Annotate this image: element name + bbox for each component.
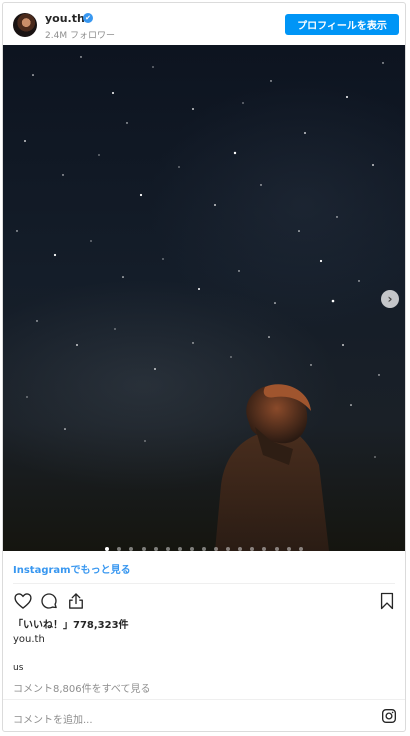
like-number: 778,323件 <box>73 620 129 631</box>
carousel-dot <box>117 547 122 551</box>
comment-bar: コメントを追加... <box>3 699 405 734</box>
action-bar <box>3 591 405 613</box>
carousel-dot <box>129 547 134 551</box>
like-count[interactable]: 「いいね！」778,323件 <box>13 616 129 631</box>
view-all-comments-link[interactable]: コメント8,806件をすべて見る <box>13 680 151 695</box>
username[interactable]: you.th <box>45 12 85 25</box>
heart-icon[interactable] <box>13 591 33 611</box>
verified-badge-icon: ✔ <box>83 13 93 23</box>
instagram-embed-card: you.th ✔ 2.4M フォロワー プロフィールを表示 › Instagra… <box>2 2 406 732</box>
like-label: 「いいね！」 <box>13 620 73 631</box>
comment-icon[interactable] <box>39 591 59 611</box>
next-photo-chevron-right-icon[interactable]: › <box>381 290 399 308</box>
carousel-indicator <box>3 536 405 551</box>
carousel-dot <box>262 547 267 551</box>
view-more-on-instagram-link[interactable]: Instagramでもっと見る <box>13 561 131 576</box>
instagram-logo-icon[interactable] <box>381 708 397 724</box>
caption-text: us <box>13 663 24 673</box>
bookmark-icon[interactable] <box>377 591 397 611</box>
carousel-dot <box>238 547 243 551</box>
carousel-dot <box>177 547 182 551</box>
post-photo[interactable]: › <box>3 45 405 551</box>
add-comment-input[interactable]: コメントを追加... <box>13 711 93 726</box>
carousel-dot <box>202 547 206 551</box>
carousel-dot <box>153 547 158 551</box>
view-profile-button[interactable]: プロフィールを表示 <box>285 14 399 35</box>
person-silhouette <box>215 384 329 551</box>
carousel-dot <box>165 547 170 551</box>
post-header: you.th ✔ 2.4M フォロワー プロフィールを表示 <box>3 3 405 45</box>
carousel-dot <box>214 547 219 551</box>
follower-count: 2.4M フォロワー <box>45 31 115 41</box>
divider <box>13 583 395 584</box>
carousel-dot <box>298 547 303 551</box>
avatar[interactable] <box>13 13 37 37</box>
carousel-dot <box>141 547 146 551</box>
carousel-dot <box>226 547 231 551</box>
carousel-dot <box>250 547 255 551</box>
carousel-dot <box>189 547 194 551</box>
carousel-dot <box>274 547 279 551</box>
caption-username[interactable]: you.th <box>13 634 45 645</box>
carousel-dot <box>286 547 291 551</box>
carousel-dot <box>105 547 110 551</box>
share-icon[interactable] <box>66 591 86 611</box>
